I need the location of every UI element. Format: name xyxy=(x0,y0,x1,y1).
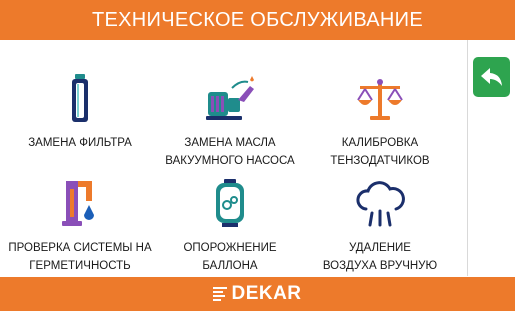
tank-icon xyxy=(202,175,258,231)
filter-icon xyxy=(52,70,108,126)
side-divider xyxy=(467,40,468,276)
tile-label: ЗАМЕНА ФИЛЬТРА xyxy=(28,137,132,149)
page-title: ТЕХНИЧЕСКОЕ ОБСЛУЖИВАНИЕ xyxy=(92,8,423,31)
tile-label: КАЛИБРОВКА ТЕНЗОДАТЧИКОВ xyxy=(330,137,430,167)
page-footer: DEKAR xyxy=(0,277,515,311)
tile-label: ПРОВЕРКА СИСТЕМЫ НА ГЕРМЕТИЧНОСТЬ xyxy=(8,242,152,272)
tile-vacuum-pump-oil[interactable]: ЗАМЕНА МАСЛА ВАКУУМНОГО НАСОСА xyxy=(155,70,305,170)
vacuum-pump-icon xyxy=(202,70,258,126)
tile-filter-replacement[interactable]: ЗАМЕНА ФИЛЬТРА xyxy=(5,70,155,152)
tile-tank-empty[interactable]: ОПОРОЖНЕНИЕ БАЛЛОНА xyxy=(155,175,305,275)
tile-label: УДАЛЕНИЕ ВОЗДУХА ВРУЧНУЮ xyxy=(322,242,438,272)
brand-name: DEKAR xyxy=(231,283,302,304)
tile-loadcell-calibration[interactable]: КАЛИБРОВКА ТЕНЗОДАТЧИКОВ xyxy=(305,70,455,170)
maintenance-grid: ЗАМЕНА ФИЛЬТРА ЗАМЕНА МАСЛА ВАКУУМНОГО Н… xyxy=(0,40,462,276)
tile-label: ОПОРОЖНЕНИЕ БАЛЛОНА xyxy=(183,242,277,272)
back-arrow-icon xyxy=(480,68,502,86)
back-button[interactable] xyxy=(473,57,510,97)
tile-leak-test[interactable]: ПРОВЕРКА СИСТЕМЫ НА ГЕРМЕТИЧНОСТЬ xyxy=(5,175,155,275)
scale-icon xyxy=(352,70,408,126)
page-header: ТЕХНИЧЕСКОЕ ОБСЛУЖИВАНИЕ xyxy=(0,0,515,40)
tile-label: ЗАМЕНА МАСЛА ВАКУУМНОГО НАСОСА xyxy=(165,137,295,167)
brand-mark-icon xyxy=(213,287,228,301)
cloud-air-icon xyxy=(352,175,408,231)
leak-test-icon xyxy=(52,175,108,231)
brand-logo: DEKAR xyxy=(213,283,301,305)
tile-manual-air-removal[interactable]: УДАЛЕНИЕ ВОЗДУХА ВРУЧНУЮ xyxy=(305,175,455,275)
